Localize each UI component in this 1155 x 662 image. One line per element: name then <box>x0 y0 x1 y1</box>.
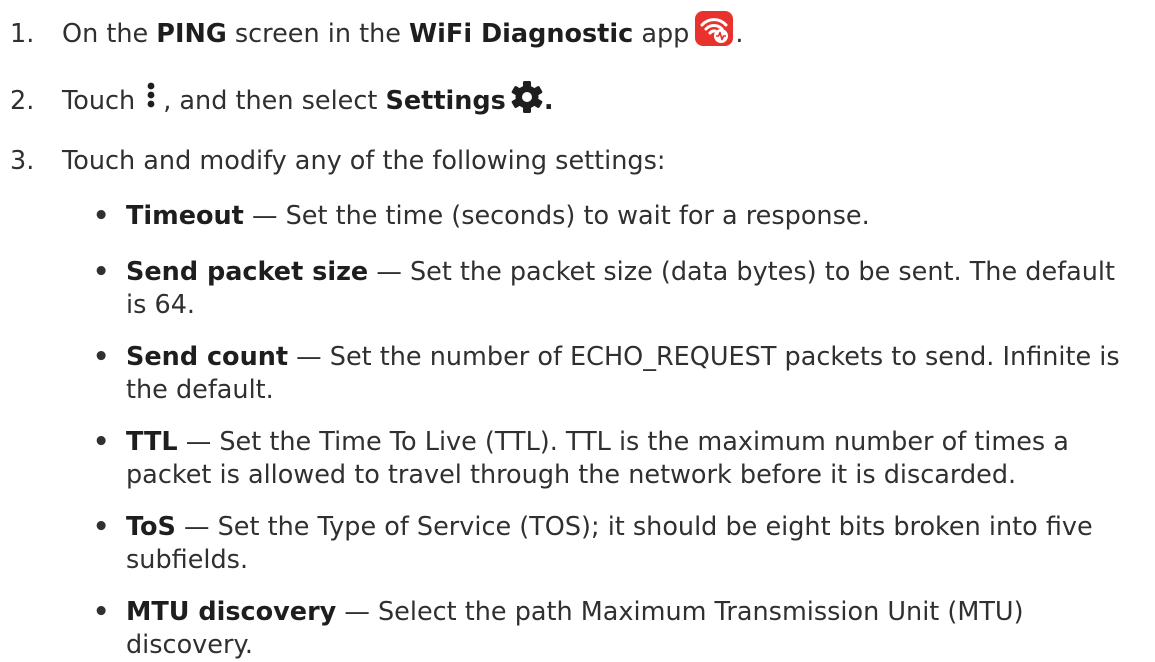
step-number: 1. <box>10 19 35 49</box>
setting-item-send-count: • Send count — Set the number of ECHO_RE… <box>93 342 1120 405</box>
step-3: 3. Touch and modify any of the following … <box>10 145 665 178</box>
step-1: 1. On the PING screen in the WiFi Diagnos… <box>10 11 743 51</box>
step-text: Touch , and then select Settings . <box>62 81 554 116</box>
setting-name: ToS <box>126 512 176 542</box>
setting-item-ttl: • TTL — Set the Time To Live (TTL). TTL … <box>93 427 1069 490</box>
setting-name: Send count <box>126 342 289 372</box>
step-number: 2. <box>10 86 35 116</box>
setting-description: Set the Time To Live (TTL). TTL is the m… <box>126 427 1069 490</box>
setting-name: TTL <box>126 427 178 457</box>
bullet: • <box>93 512 110 542</box>
step-2: 2. Touch , and then select Settings . <box>10 80 554 118</box>
setting-item-tos: • ToS — Set the Type of Service (TOS); i… <box>93 512 1093 575</box>
step-text: Touch and modify any of the following se… <box>62 146 666 176</box>
step-number: 3. <box>10 146 35 176</box>
bullet: • <box>93 342 110 372</box>
screen-name: PING <box>156 19 227 49</box>
step-text: On the PING screen in the WiFi Diagnosti… <box>62 11 743 49</box>
setting-item-send-packet-size: • Send packet size — Set the packet size… <box>93 257 1115 320</box>
app-name: WiFi Diagnostic <box>409 19 634 49</box>
setting-description: Set the time (seconds) to wait for a res… <box>285 201 870 231</box>
gear-icon <box>510 80 544 114</box>
setting-description: Set the Type of Service (TOS); it should… <box>126 512 1093 575</box>
bullet: • <box>93 201 110 231</box>
kebab-menu-icon <box>143 80 159 112</box>
setting-name: Send packet size <box>126 257 369 287</box>
wifi-diagnostic-app-icon <box>695 11 734 46</box>
setting-item-timeout: • Timeout — Set the time (seconds) to wa… <box>93 201 870 231</box>
settings-label: Settings <box>385 86 506 116</box>
setting-item-mtu-discovery: • MTU discovery — Select the path Maximu… <box>93 597 1024 660</box>
setting-name: Timeout <box>126 201 244 231</box>
bullet: • <box>93 427 110 457</box>
bullet: • <box>93 257 110 287</box>
setting-name: MTU discovery <box>126 597 337 627</box>
bullet: • <box>93 597 110 627</box>
